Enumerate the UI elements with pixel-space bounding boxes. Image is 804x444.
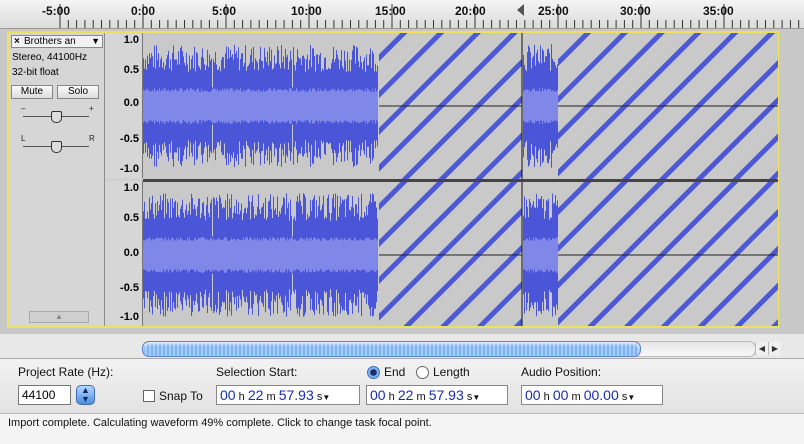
snap-to-checkbox[interactable] <box>143 390 155 402</box>
track-name-menu[interactable]: × Brothers an ▼ <box>11 35 103 48</box>
ruler-label: 20:00 <box>455 4 486 18</box>
minutes-unit: m <box>416 391 426 403</box>
channel-divider <box>143 179 778 182</box>
gain-minus-label: – <box>21 104 26 113</box>
end-radio[interactable] <box>367 366 380 379</box>
pan-slider-knob[interactable] <box>51 141 62 153</box>
minutes-unit: m <box>571 391 581 403</box>
waveform-display[interactable] <box>143 33 778 326</box>
minutes-unit: m <box>266 391 276 403</box>
vruler-label: 0.5 <box>123 212 139 224</box>
play-position-marker <box>517 4 524 16</box>
status-bar[interactable]: Import complete. Calculating waveform 49… <box>0 413 804 444</box>
gain-plus-label: + <box>89 104 94 113</box>
audio-position-label: Audio Position: <box>521 365 602 379</box>
project-rate-label: Project Rate (Hz): <box>18 365 114 379</box>
minutes-value: 22 <box>397 387 414 403</box>
minutes-value: 00 <box>552 387 569 403</box>
gain-slider-knob[interactable] <box>51 111 62 123</box>
timeline-ruler[interactable]: -5:00 0:00 5:00 10:00 15:00 20:00 25:00 … <box>0 0 804 29</box>
end-label: End <box>384 365 406 379</box>
selection-start-label: Selection Start: <box>216 365 298 379</box>
vruler-label: 0.0 <box>123 97 139 109</box>
scroll-left-icon[interactable]: ◀ <box>755 342 768 355</box>
length-radio[interactable] <box>416 366 429 379</box>
track-name: Brothers an <box>24 36 76 47</box>
waveform-right-channel <box>143 182 778 326</box>
selection-start-time[interactable]: 00 h 22 m 57.93 s▼ <box>216 385 360 405</box>
vruler-label: -0.5 <box>120 282 139 294</box>
close-icon[interactable]: × <box>14 36 20 47</box>
vertical-ruler-right-channel: 1.0 0.5 0.0 -0.5 -1.0 <box>105 181 143 326</box>
vruler-label: 1.0 <box>123 34 139 46</box>
collapse-track-button[interactable]: ▲ <box>29 311 89 323</box>
selection-end-time[interactable]: 00 h 22 m 57.93 s▼ <box>366 385 508 405</box>
vruler-label: -1.0 <box>120 311 139 323</box>
ruler-label: 35:00 <box>703 4 734 18</box>
waveform-left-channel <box>143 33 778 179</box>
solo-button[interactable]: Solo <box>57 85 99 99</box>
pan-right-label: R <box>89 134 95 143</box>
status-text: Import complete. Calculating waveform 49… <box>8 417 432 429</box>
vruler-label: -1.0 <box>120 163 139 175</box>
vruler-label: 1.0 <box>123 182 139 194</box>
vruler-label: -0.5 <box>120 133 139 145</box>
scroll-right-icon[interactable]: ▶ <box>768 342 781 355</box>
triangle-up-icon: ▲ <box>55 312 63 321</box>
chevron-down-icon[interactable]: ▼ <box>322 393 330 402</box>
horizontal-scrollbar-thumb[interactable] <box>142 341 641 357</box>
vruler-label: 0.5 <box>123 64 139 76</box>
seconds-value: 57.93 <box>278 387 314 403</box>
tracks-panel: × Brothers an ▼ Stereo, 44100Hz 32-bit f… <box>0 29 804 334</box>
vertical-ruler-left-channel: 1.0 0.5 0.0 -0.5 -1.0 <box>105 33 143 178</box>
snap-to-label: Snap To <box>159 389 203 403</box>
minutes-value: 22 <box>247 387 264 403</box>
chevron-down-icon[interactable]: ▼ <box>627 393 635 402</box>
chevron-down-icon[interactable]: ▼ <box>91 36 100 47</box>
hours-value: 00 <box>220 387 236 403</box>
audio-position-time[interactable]: 00 h 00 m 00.00 s▼ <box>521 385 663 405</box>
ruler-label: 15:00 <box>375 4 406 18</box>
vruler-label: 0.0 <box>123 247 139 259</box>
hours-value: 00 <box>525 387 541 403</box>
track-control-panel: × Brothers an ▼ Stereo, 44100Hz 32-bit f… <box>9 33 105 326</box>
ruler-label: 5:00 <box>212 4 237 18</box>
hours-unit: h <box>238 391 245 403</box>
ruler-label: 25:00 <box>538 4 569 18</box>
seconds-value: 00.00 <box>583 387 619 403</box>
length-label: Length <box>433 365 470 379</box>
pan-left-label: L <box>21 134 26 143</box>
mute-button[interactable]: Mute <box>11 85 53 99</box>
project-rate-input[interactable]: 44100 <box>18 385 71 405</box>
ruler-label: 30:00 <box>620 4 651 18</box>
hours-unit: h <box>543 391 550 403</box>
chevron-down-icon[interactable]: ▼ <box>472 393 480 402</box>
seconds-value: 57.93 <box>428 387 464 403</box>
track-sample-format: 32-bit float <box>12 67 59 78</box>
track-format: Stereo, 44100Hz <box>12 52 88 63</box>
ruler-label: 0:00 <box>131 4 156 18</box>
project-rate-stepper[interactable]: ▲ ▼ <box>76 385 95 405</box>
hours-unit: h <box>388 391 395 403</box>
ruler-label: 10:00 <box>291 4 322 18</box>
ruler-label: -5:00 <box>42 4 71 18</box>
hours-value: 00 <box>370 387 386 403</box>
